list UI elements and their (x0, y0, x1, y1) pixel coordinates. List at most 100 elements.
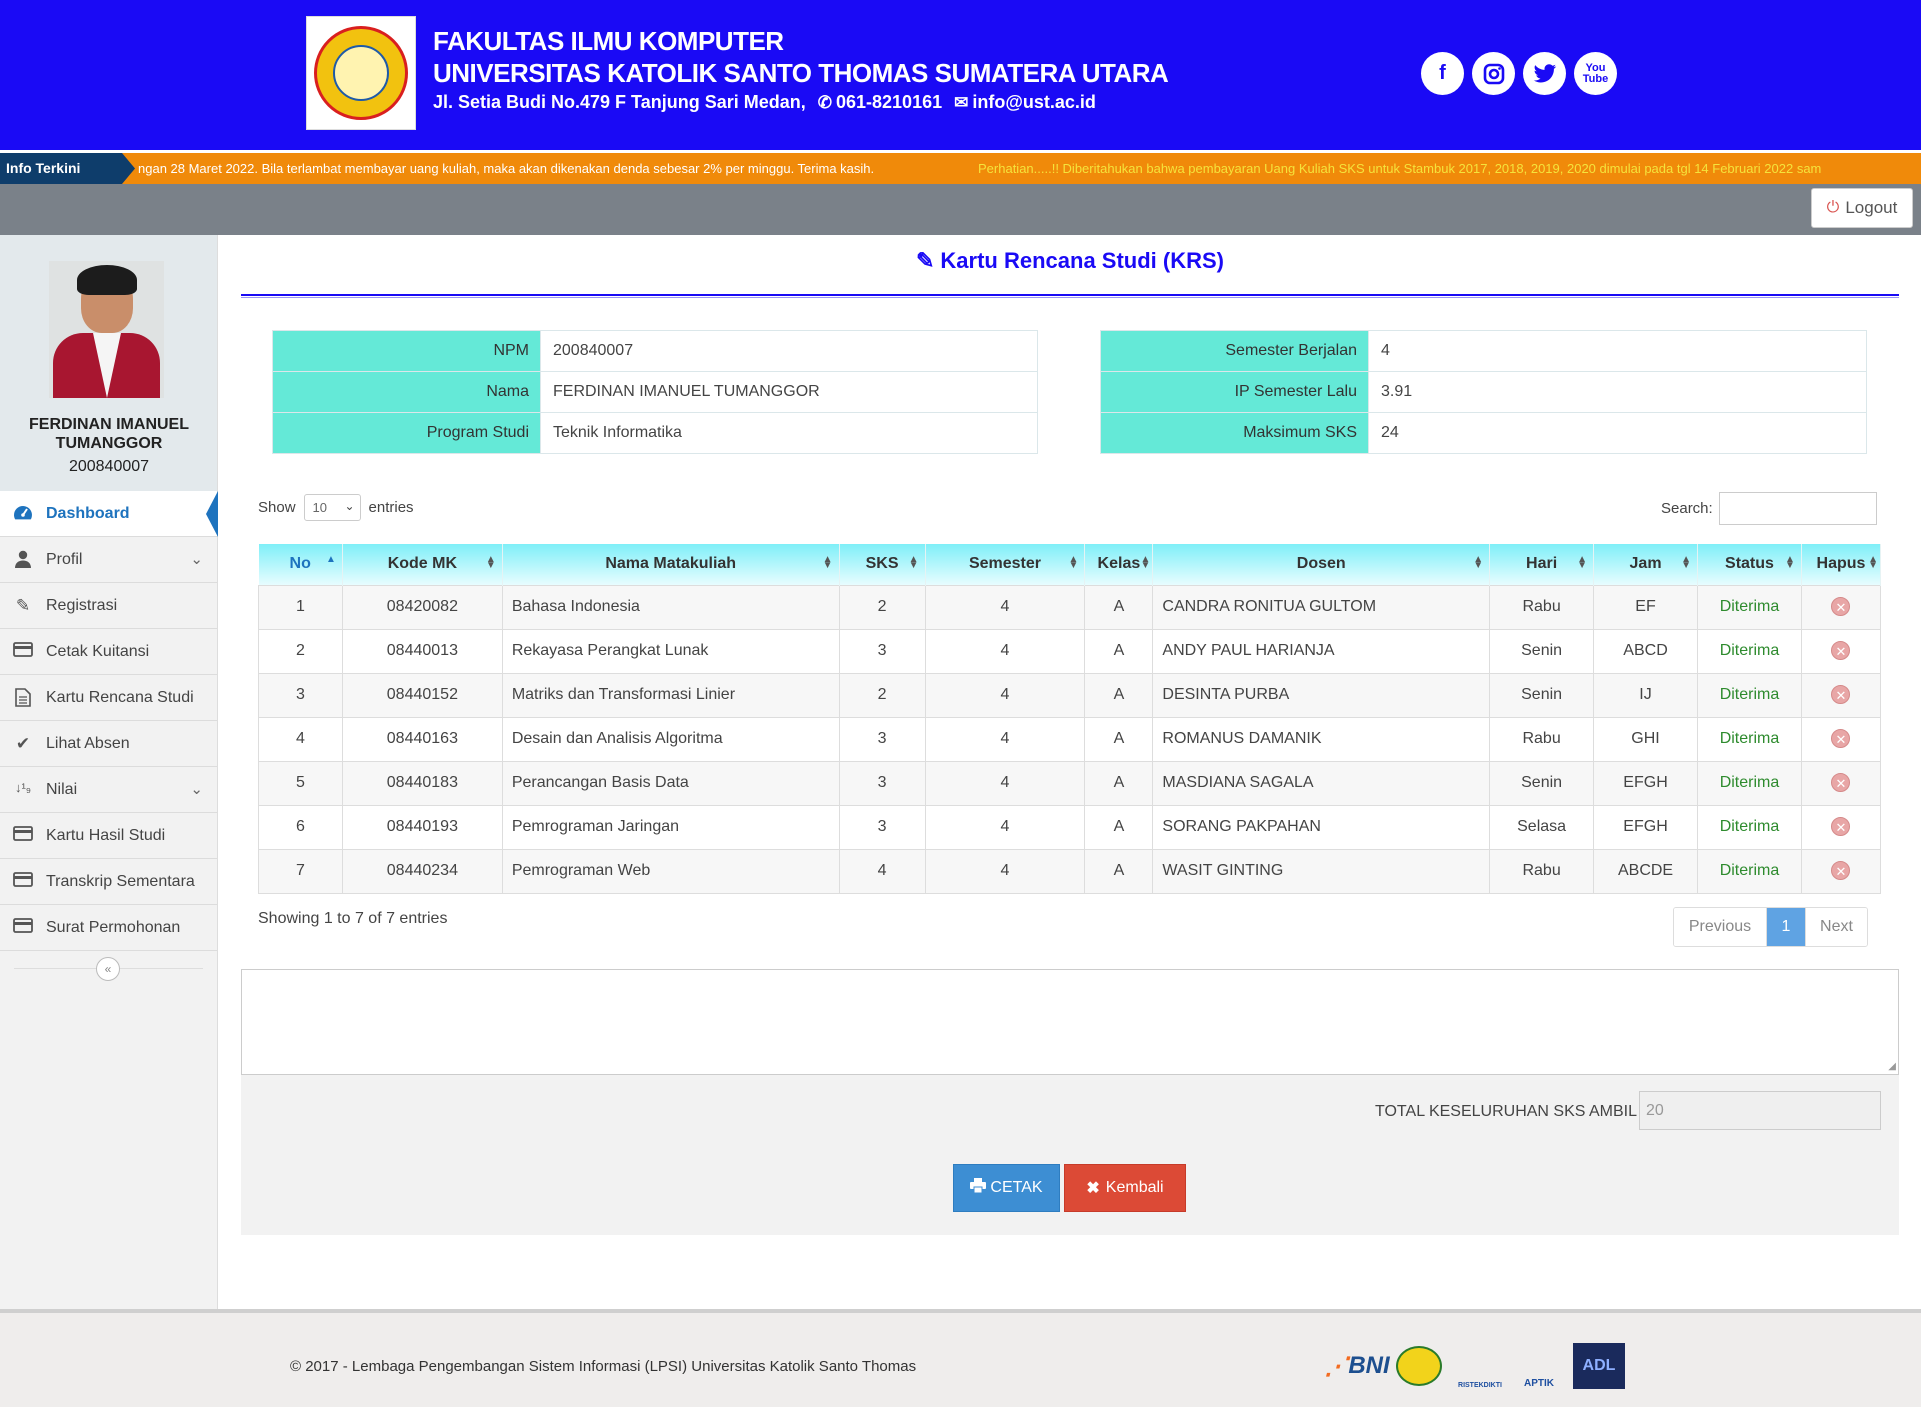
sidebar-item-kartu-hasil-studi[interactable]: Kartu Hasil Studi (0, 813, 217, 859)
krs-table: No ▲ Kode MK ▲ ▼ Nama Matakuliah ▲ ▼ SKS ▲ ▼ Se… (258, 544, 1882, 894)
instagram-icon[interactable] (1472, 52, 1515, 95)
dashboard-icon (12, 504, 34, 525)
cell-hari: Selasa (1489, 804, 1595, 850)
sidebar-item-label: Dashboard (46, 504, 130, 522)
cell-kode-mk: 08440193 (341, 804, 503, 850)
col-kelas[interactable]: Kelas ▲ ▼ (1084, 544, 1154, 585)
col-dosen[interactable]: Dosen ▲ ▼ (1152, 544, 1491, 585)
print-button[interactable]: CETAK (953, 1164, 1060, 1212)
search-input[interactable] (1718, 492, 1877, 525)
sidebar-item-label: Kartu Rencana Studi (46, 688, 194, 706)
table-row: 3 08440152 Matriks dan Transformasi Linier… (258, 672, 1882, 718)
col-sks[interactable]: SKS ▲ ▼ (839, 544, 926, 585)
ip-label: IP Semester Lalu (1100, 371, 1369, 413)
phone-icon: ✆ (817, 93, 832, 112)
next-page-button[interactable]: Next (1805, 908, 1867, 946)
power-icon: ⏻ (1826, 199, 1840, 216)
delete-icon[interactable]: ✕ (1831, 861, 1851, 880)
cell-kode-mk: 08440152 (341, 672, 503, 718)
cell-sks: 4 (838, 848, 926, 894)
sidebar-item-registrasi[interactable]: ✎ Registrasi (0, 583, 217, 629)
twitter-icon[interactable] (1523, 52, 1566, 95)
cell-kode-mk: 08440163 (341, 716, 503, 762)
entries-select[interactable]: 10 ⌄ (303, 494, 361, 521)
cell-kelas: A (1084, 628, 1154, 674)
credit-card-icon (12, 642, 34, 662)
cell-jam: ABCDE (1593, 848, 1698, 894)
edit-icon: ✎ (915, 248, 935, 273)
sidebar-item-lihat-absen[interactable]: ✔ Lihat Absen (0, 721, 217, 767)
col-hapus[interactable]: Hapus ▲ ▼ (1801, 544, 1882, 585)
student-info-table: NPM 200840007 Nama FERDINAN IMANUEL TUMANG… (272, 330, 1038, 454)
sidebar: FERDINAN IMANUEL TUMANGGOR 200840007 Das… (0, 235, 218, 1309)
chevron-down-icon: ⌄ (190, 781, 203, 798)
youtube-icon[interactable]: You Tube (1574, 52, 1617, 95)
cell-nama-matakuliah: Perancangan Basis Data (501, 760, 840, 806)
notes-textarea[interactable]: ◢ (241, 969, 1899, 1075)
col-semester[interactable]: Semester ▲ ▼ (925, 544, 1086, 585)
cell-hari: Rabu (1489, 716, 1595, 762)
cell-status: Diterima (1697, 848, 1802, 894)
sidebar-item-krs[interactable]: Kartu Rencana Studi (0, 675, 217, 721)
page-title: ✎ Kartu Rencana Studi (KRS) (915, 248, 1225, 273)
sidebar-item-label: Profil (46, 550, 83, 568)
sidebar-item-transkrip-sementara[interactable]: Transkrip Sementara (0, 859, 217, 905)
previous-page-button[interactable]: Previous (1674, 908, 1767, 946)
copyright-text: © 2017 - Lembaga Pengembangan Sistem Inf… (290, 1358, 917, 1375)
col-kode-mk[interactable]: Kode MK ▲ ▼ (342, 544, 503, 585)
semester-info-table: Semester Berjalan 4 IP Semester Lalu 3.91 … (1100, 330, 1867, 454)
cell-dosen: MASDIANA SAGALA (1152, 760, 1491, 806)
cell-semester: 4 (924, 716, 1086, 762)
sidebar-item-nilai[interactable]: ↓¹₉ Nilai ⌄ (0, 767, 217, 813)
sidebar-collapse: « (0, 951, 217, 987)
col-no[interactable]: No ▲ (258, 544, 343, 585)
cell-status: Diterima (1697, 716, 1802, 762)
col-hari[interactable]: Hari ▲ ▼ (1489, 544, 1595, 585)
delete-icon[interactable]: ✕ (1831, 641, 1851, 660)
ticker-message-1: ngan 28 Maret 2022. Bila terlambat memba… (138, 161, 875, 176)
title-divider (241, 294, 1899, 296)
ticker-message-2: Perhatian.....!! Diberitahukan bahwa pem… (978, 161, 1822, 176)
sidebar-item-surat-permohonan[interactable]: Surat Permohonan (0, 905, 217, 951)
sidebar-item-profil[interactable]: Profil ⌄ (0, 537, 217, 583)
cell-no: 1 (258, 584, 343, 630)
delete-icon[interactable]: ✕ (1831, 685, 1851, 704)
delete-icon[interactable]: ✕ (1831, 729, 1851, 748)
col-jam[interactable]: Jam ▲ ▼ (1593, 544, 1698, 585)
ticker-label: Info Terkini (0, 153, 135, 184)
total-sks-field[interactable]: 20 (1639, 1091, 1881, 1130)
delete-icon[interactable]: ✕ (1831, 773, 1851, 792)
total-sks-label: TOTAL KESELURUHAN SKS AMBIL (1375, 1103, 1638, 1120)
cell-hapus: ✕ (1800, 716, 1882, 762)
col-nama-matakuliah[interactable]: Nama Matakuliah ▲ ▼ (502, 544, 840, 585)
cell-dosen: ROMANUS DAMANIK (1152, 716, 1491, 762)
sidebar-item-cetak-kuitansi[interactable]: Cetak Kuitansi (0, 629, 217, 675)
facebook-icon[interactable]: f (1421, 52, 1464, 95)
cell-no: 2 (258, 628, 343, 674)
cell-hapus: ✕ (1800, 804, 1882, 850)
profile-panel: FERDINAN IMANUEL TUMANGGOR 200840007 (0, 235, 217, 491)
credit-card-icon (12, 918, 34, 938)
back-button[interactable]: ✖ Kembali (1064, 1164, 1186, 1212)
sidebar-item-dashboard[interactable]: Dashboard (0, 491, 218, 537)
page-1-button[interactable]: 1 (1767, 908, 1805, 946)
sidebar-item-label: Nilai (46, 780, 78, 798)
cell-hari: Senin (1489, 672, 1595, 718)
envelope-icon: ✉ (954, 93, 969, 112)
npm-label: NPM (272, 330, 541, 372)
table-row: 7 08440234 Pemrograman Web 4 4 A WASIT GINTING… (258, 848, 1882, 894)
delete-icon[interactable]: ✕ (1831, 597, 1851, 616)
cell-kode-mk: 08440013 (341, 628, 503, 674)
double-chevron-left-icon[interactable]: « (96, 957, 120, 981)
cell-no: 5 (258, 760, 343, 806)
ban-pt-logo (1393, 1343, 1445, 1389)
logout-button[interactable]: ⏻ Logout (1811, 188, 1913, 228)
cell-nama-matakuliah: Pemrograman Web (501, 848, 840, 894)
cell-semester: 4 (924, 760, 1086, 806)
nama-label: Nama (272, 371, 541, 413)
top-navbar (0, 184, 1921, 235)
cell-jam: EF (1593, 584, 1698, 630)
col-status[interactable]: Status ▲ ▼ (1697, 544, 1802, 585)
delete-icon[interactable]: ✕ (1831, 817, 1851, 836)
close-icon: ✖ (1086, 1180, 1100, 1197)
